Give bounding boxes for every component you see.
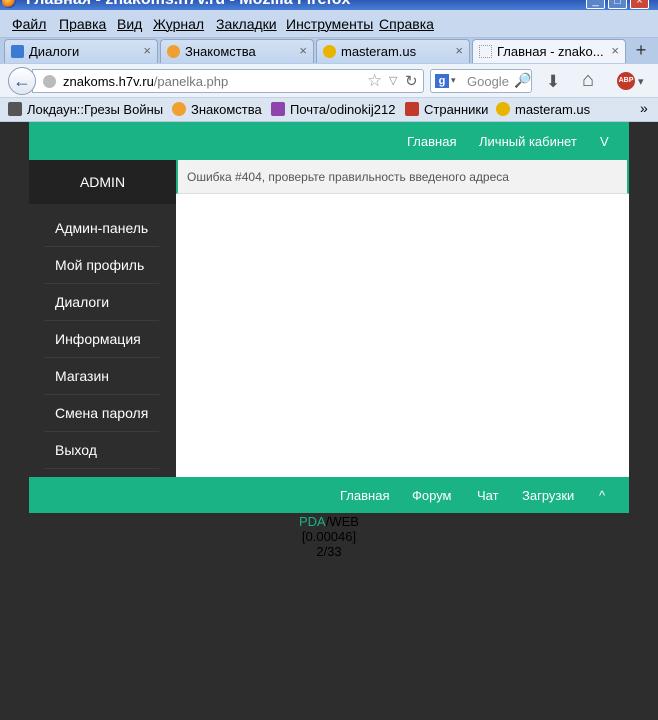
firefox-logo-icon [2, 0, 16, 8]
close-window-button[interactable]: × [630, 0, 649, 9]
search-bar[interactable]: g ▾ Google 🔎 [430, 69, 532, 93]
sidebar-item-change-password[interactable]: Смена пароля [44, 395, 159, 432]
search-input[interactable]: Google [467, 74, 509, 89]
back-button[interactable]: ← [8, 67, 36, 95]
bookmark-mail[interactable]: Почта/odinokij212 [271, 102, 396, 117]
footer-link-chat[interactable]: Чат [477, 488, 499, 503]
menu-bookmarks[interactable]: Закладки [216, 16, 277, 32]
bookmark-label: Знакомства [191, 102, 262, 117]
tab-close-button[interactable]: × [299, 43, 307, 58]
bookmark-label: Почта/odinokij212 [290, 102, 396, 117]
url-history-dropdown-icon[interactable]: ▽ [389, 74, 397, 87]
version-switch: PDA/WEB [0, 514, 658, 529]
site-top-nav: Главная Личный кабинет V [29, 122, 629, 160]
sidebar-item-dialogs[interactable]: Диалоги [44, 284, 159, 321]
tab-bar: Диалоги × Знакомства × masteram.us × Гла… [0, 38, 658, 64]
bookmark-label: Локдаун::Грезы Войны [27, 102, 164, 117]
adblock-dropdown-icon[interactable]: ▾ [638, 75, 644, 88]
menu-help[interactable]: Справка [379, 16, 434, 32]
bookmark-star-icon[interactable]: ☆ [367, 71, 382, 91]
url-bar[interactable]: znakoms.h7v.ru/panelka.php ☆ ▽ ↻ [32, 69, 424, 93]
bookmark-stranniki[interactable]: Странники [405, 102, 488, 117]
url-text[interactable]: znakoms.h7v.ru/panelka.php [63, 74, 228, 89]
tab-close-button[interactable]: × [455, 43, 463, 58]
cupid-icon [172, 102, 186, 116]
smiley-icon [323, 45, 336, 58]
sidebar-item-shop[interactable]: Магазин [44, 358, 159, 395]
window-titlebar: Главная - znakoms.h7v.ru - Mozilla Firef… [0, 0, 658, 10]
sidebar-item-information[interactable]: Информация [44, 321, 159, 358]
tab-label: Знакомства [185, 44, 256, 59]
bookmark-lockdown[interactable]: Локдаун::Грезы Войны [8, 102, 163, 117]
url-path: /panelka.php [153, 74, 229, 89]
site-stats: PDA/WEB [0.00046] 2/33 [0, 514, 658, 559]
main-content: Ошибка #404, проверьте правильность введ… [176, 160, 629, 477]
window-title: Главная - znakoms.h7v.ru - Mozilla Firef… [26, 0, 350, 9]
bookmarks-bar: Локдаун::Грезы Войны Знакомства Почта/od… [0, 98, 658, 122]
menu-tools[interactable]: Инструменты [286, 16, 373, 32]
new-tab-button[interactable]: + [630, 40, 652, 62]
menu-file[interactable]: Файл [12, 16, 46, 32]
tab-active-main[interactable]: Главная - znako... × [472, 39, 626, 63]
search-engine-dropdown-icon[interactable]: ▾ [451, 75, 456, 86]
footer-link-forum[interactable]: Форум [412, 488, 452, 503]
tab-dialogs[interactable]: Диалоги × [4, 39, 158, 63]
sidebar-item-logout[interactable]: Выход [44, 432, 159, 469]
url-domain: znakoms.h7v.ru [63, 74, 154, 89]
menu-view[interactable]: Вид [117, 16, 142, 32]
search-icon[interactable]: 🔎 [514, 72, 531, 89]
google-icon[interactable]: g [435, 74, 449, 88]
web-label: WEB [329, 514, 359, 529]
cupid-icon [167, 45, 180, 58]
x-icon [8, 102, 22, 116]
web-page: Главная Личный кабинет V ADMIN Админ-пан… [0, 122, 658, 720]
home-icon[interactable]: ⌂ [582, 69, 594, 92]
footer-link-downloads[interactable]: Загрузки [522, 488, 574, 503]
shield-icon [405, 102, 419, 116]
sidebar-item-admin-panel[interactable]: Админ-панель [44, 210, 159, 247]
footer-link-home[interactable]: Главная [340, 488, 389, 503]
sidebar-header: ADMIN [29, 160, 176, 204]
bookmark-masteram[interactable]: masteram.us [496, 102, 590, 117]
pda-link[interactable]: PDA [299, 514, 326, 529]
globe-icon [43, 75, 56, 88]
smiley-icon [496, 102, 510, 116]
generation-time: [0.00046] [301, 529, 357, 544]
admin-sidebar: ADMIN Админ-панель Мой профиль Диалоги И… [29, 160, 176, 477]
chat-icon [11, 45, 24, 58]
maximize-button[interactable]: □ [608, 0, 627, 9]
error-message: Ошибка #404, проверьте правильность введ… [176, 160, 629, 194]
tab-close-button[interactable]: × [143, 43, 151, 58]
tab-znakomstva[interactable]: Знакомства × [160, 39, 314, 63]
download-icon[interactable]: ⬇ [546, 72, 560, 92]
online-counter: 2/33 [316, 544, 342, 559]
adblock-icon[interactable]: ABP [617, 72, 635, 90]
tab-label: Диалоги [29, 44, 80, 59]
menu-edit[interactable]: Правка [59, 16, 106, 32]
bookmarks-overflow-button[interactable]: » [640, 100, 648, 116]
bookmark-label: masteram.us [515, 102, 591, 117]
sidebar-item-my-profile[interactable]: Мой профиль [44, 247, 159, 284]
minimize-button[interactable]: _ [586, 0, 605, 9]
nav-toggle-button[interactable]: V [600, 134, 609, 149]
scroll-top-button[interactable]: ^ [599, 488, 605, 503]
reload-icon[interactable]: ↻ [405, 72, 418, 90]
tab-close-button[interactable]: × [611, 43, 619, 58]
tab-label: Главная - znako... [497, 44, 604, 59]
bookmark-label: Странники [424, 102, 489, 117]
site-footer-nav: Главная Форум Чат Загрузки ^ [29, 477, 629, 513]
menu-history[interactable]: Журнал [153, 16, 204, 32]
nav-link-cabinet[interactable]: Личный кабинет [479, 134, 577, 149]
bookmark-znakomstva[interactable]: Знакомства [172, 102, 262, 117]
tab-masteram[interactable]: masteram.us × [316, 39, 470, 63]
menu-bar: Файл Правка Вид Журнал Закладки Инструме… [0, 10, 658, 38]
blank-page-icon [479, 45, 492, 58]
s-icon [271, 102, 285, 116]
nav-link-home[interactable]: Главная [407, 134, 456, 149]
tab-label: masteram.us [341, 44, 417, 59]
navigation-bar: znakoms.h7v.ru/panelka.php ☆ ▽ ↻ ← g ▾ G… [0, 64, 658, 98]
